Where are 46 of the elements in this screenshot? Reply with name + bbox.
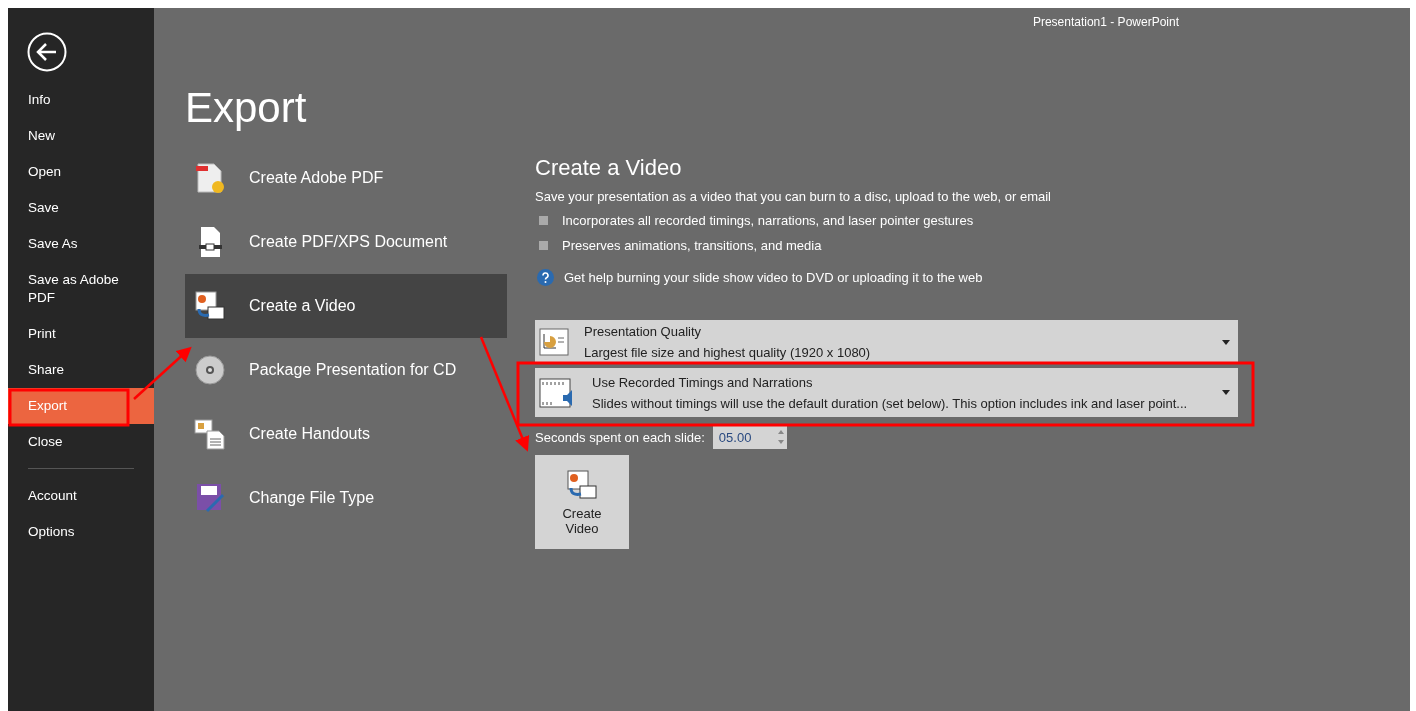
export-option[interactable]: Package Presentation for CD <box>185 338 507 402</box>
sidebar-item[interactable]: Options <box>8 514 154 550</box>
help-link[interactable]: Get help burning your slide show video to DVD or uploading it to the web <box>564 270 983 285</box>
sidebar-item[interactable]: Share <box>8 352 154 388</box>
disc-icon <box>193 353 227 387</box>
dropdown[interactable]: Presentation Quality Largest file size and highest quality (1920 x 1080) <box>535 320 1238 364</box>
sidebar-item[interactable]: New <box>8 118 154 154</box>
pdf-document-icon <box>193 161 227 195</box>
description-text: Save your presentation as a video that you can burn to a disc, upload to the web, or email <box>535 189 1051 204</box>
create-video-button[interactable]: Create Video <box>535 455 629 549</box>
caret-icon <box>1222 390 1230 395</box>
sidebar-item[interactable]: Save as Adobe PDF <box>8 262 154 316</box>
section-title: Create a Video <box>535 155 682 180</box>
sidebar-item[interactable]: Save As <box>8 226 154 262</box>
video-icon <box>565 468 599 502</box>
dropdown-title: Presentation Quality <box>584 324 703 339</box>
sidebar-item[interactable]: Save <box>8 190 154 226</box>
quality-icon <box>539 328 569 356</box>
dropdown-description: Slides without timings will use the default duration (set below). This option includes ink and laser point... <box>592 395 1189 411</box>
seconds-label: Seconds spent on each slide: <box>535 429 705 445</box>
sidebar-item[interactable]: Info <box>8 82 154 118</box>
export-option[interactable]: Change File Type <box>185 466 507 530</box>
seconds-field[interactable]: 05.00 <box>712 425 775 449</box>
bullet-icon <box>539 241 548 250</box>
dropdown-title: Use Recorded Timings and Narrations <box>592 374 814 390</box>
export-option[interactable]: Create a Video <box>185 274 507 338</box>
dropdown-description: Largest file size and highest quality (1920 x 1080) <box>584 345 872 360</box>
back-button[interactable] <box>27 32 67 72</box>
sidebar-item[interactable]: Account <box>8 478 154 514</box>
window-title: Presentation1 - PowerPoint <box>1032 15 1179 29</box>
export-option[interactable]: Create Handouts <box>185 402 507 466</box>
export-option[interactable]: Create Adobe PDF <box>185 146 507 210</box>
sidebar-item[interactable]: Close <box>8 424 154 460</box>
caret-icon <box>1222 339 1230 345</box>
export-option[interactable]: Create PDF/XPS Document <box>185 210 507 274</box>
dropdown[interactable]: Use Recorded Timings and Narrations Slides without timings will use the default duration (set below). This option includes ink and laser point... <box>535 368 1238 417</box>
sidebar-item[interactable]: Print <box>8 316 154 352</box>
handouts-icon <box>193 417 227 451</box>
sidebar-item[interactable]: Open <box>8 154 154 190</box>
help-icon <box>537 269 554 286</box>
annotation-arrow <box>133 346 192 400</box>
bullet-text: Preserves animations, transitions, and media <box>562 238 822 253</box>
page-title: Export <box>185 84 307 131</box>
bullet-icon <box>539 216 548 225</box>
bullet-text: Incorporates all recorded timings, narrations, and laser pointer gestures <box>562 213 974 228</box>
video-icon <box>193 289 227 323</box>
